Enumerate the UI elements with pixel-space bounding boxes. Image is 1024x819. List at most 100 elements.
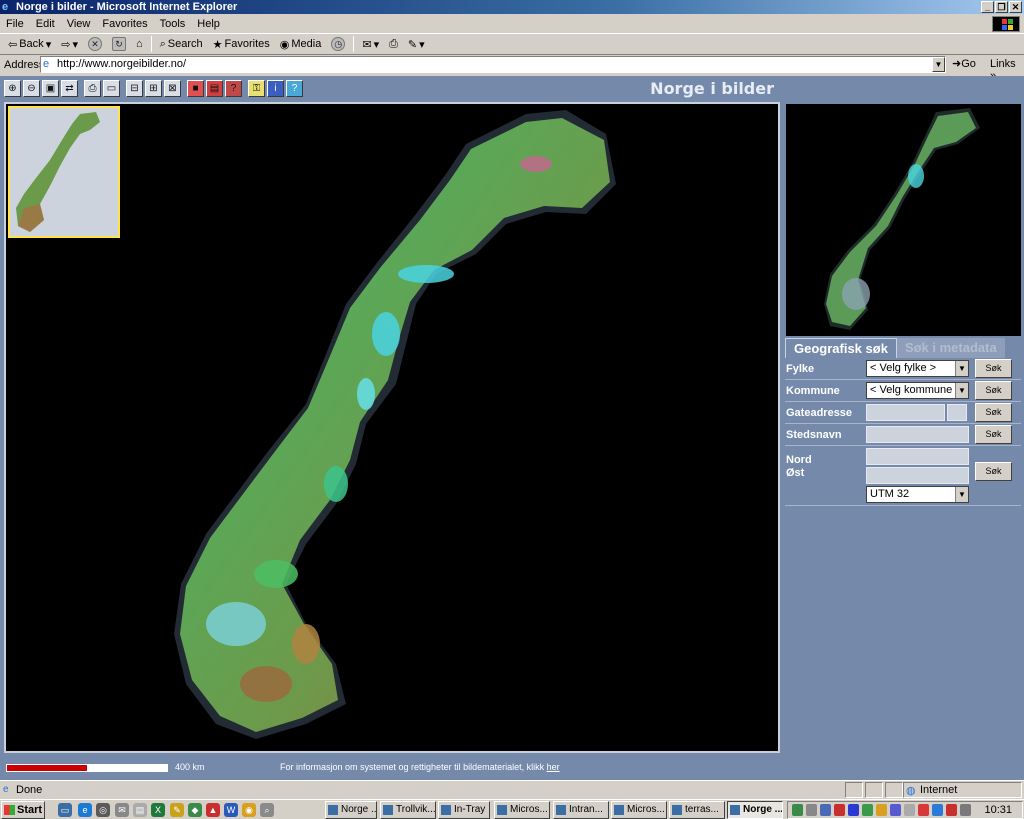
refresh-map-tool[interactable]: ⇄ bbox=[61, 79, 78, 97]
globe-icon: ◍ bbox=[906, 785, 916, 797]
taskbar-item-norge-active[interactable]: Norge ... bbox=[727, 801, 783, 819]
layer-red-tool[interactable]: ■ bbox=[187, 79, 204, 97]
fylke-search-button[interactable]: Søk bbox=[975, 359, 1012, 378]
utm-zone-select[interactable]: UTM 32 ▼ bbox=[866, 486, 969, 503]
map-view[interactable] bbox=[4, 102, 780, 753]
quicklaunch-media-icon[interactable]: ◎ bbox=[96, 803, 110, 817]
quicklaunch-chrome-icon[interactable]: ◉ bbox=[242, 803, 256, 817]
tray-shield-icon[interactable] bbox=[890, 804, 901, 816]
print-map-tool[interactable]: ⎙ bbox=[84, 79, 101, 97]
fylke-select[interactable]: < Velg fylke > ▼ bbox=[866, 360, 969, 377]
export-tool[interactable]: ⊠ bbox=[164, 79, 181, 97]
status-cell bbox=[845, 782, 863, 798]
tray-antivirus-icon[interactable] bbox=[834, 804, 845, 816]
tray-update-icon[interactable] bbox=[876, 804, 887, 816]
quicklaunch-desktop-icon[interactable]: ▭ bbox=[58, 803, 72, 817]
info-tool[interactable]: i bbox=[267, 79, 284, 97]
overview-map[interactable] bbox=[8, 106, 120, 238]
taskbar-item-norge-1[interactable]: Norge ... bbox=[325, 801, 377, 819]
map-tool[interactable]: ⊞ bbox=[145, 79, 162, 97]
quicklaunch-app-icon[interactable]: ◆ bbox=[188, 803, 202, 817]
layer-red-3-tool[interactable]: ? bbox=[225, 79, 242, 97]
quicklaunch-tool-icon[interactable]: ✎ bbox=[170, 803, 184, 817]
chevron-down-icon: ▼ bbox=[955, 487, 968, 502]
tray-monitor-icon[interactable] bbox=[820, 804, 831, 816]
edit-button[interactable]: ✎ ▾ bbox=[404, 35, 429, 54]
menu-help[interactable]: Help bbox=[191, 18, 226, 30]
measure-tool[interactable]: ⊟ bbox=[126, 79, 143, 97]
address-input[interactable]: e http://www.norgeibilder.no/ bbox=[40, 56, 946, 73]
stop-button[interactable]: ✕ bbox=[84, 35, 106, 54]
menu-tools[interactable]: Tools bbox=[154, 18, 192, 30]
tray-network-icon[interactable] bbox=[792, 804, 803, 816]
menu-edit[interactable]: Edit bbox=[30, 18, 61, 30]
gateadresse-input[interactable] bbox=[866, 404, 945, 421]
home-button[interactable]: ⌂ bbox=[132, 35, 147, 54]
tray-sync-icon[interactable] bbox=[862, 804, 873, 816]
tray-alert-icon[interactable] bbox=[918, 804, 929, 816]
coordinate-search-button[interactable]: Søk bbox=[975, 462, 1012, 481]
history-button[interactable]: ◷ bbox=[327, 35, 349, 54]
gateadresse-search-button[interactable]: Søk bbox=[975, 403, 1012, 422]
refresh-button[interactable]: ↻ bbox=[108, 35, 130, 54]
go-button[interactable]: ➜Go bbox=[952, 57, 976, 70]
quicklaunch-search-icon[interactable]: ⌕ bbox=[260, 803, 274, 817]
menu-view[interactable]: View bbox=[61, 18, 97, 30]
preview-map[interactable] bbox=[786, 104, 1021, 336]
tray-app-icon[interactable] bbox=[848, 804, 859, 816]
gateadresse-row: Gateadresse Søk bbox=[785, 402, 1021, 424]
utm-zone-value: UTM 32 bbox=[870, 488, 910, 500]
quicklaunch-ie-icon[interactable]: e bbox=[78, 803, 92, 817]
ost-input[interactable] bbox=[866, 467, 969, 484]
close-button[interactable]: ✕ bbox=[1009, 1, 1022, 13]
taskbar-item-terras[interactable]: terras... bbox=[669, 801, 725, 819]
taskbar-item-intran[interactable]: Intran... bbox=[553, 801, 609, 819]
favorites-button[interactable]: ★ Favorites bbox=[209, 35, 274, 54]
quicklaunch-doc-icon[interactable]: ▤ bbox=[133, 803, 147, 817]
taskbar-item-micros-1[interactable]: Micros... bbox=[494, 801, 550, 819]
quicklaunch-ppt-icon[interactable]: ▲ bbox=[206, 803, 220, 817]
taskbar-item-trollvik[interactable]: Trollvik... bbox=[380, 801, 436, 819]
forward-button[interactable]: ⇨ ▾ bbox=[57, 35, 82, 54]
kommune-select[interactable]: < Velg kommune > ▼ bbox=[866, 382, 969, 399]
quicklaunch-excel-icon[interactable]: X bbox=[151, 803, 165, 817]
layer-tool[interactable]: ▭ bbox=[103, 79, 120, 97]
tab-geografisk-sok[interactable]: Geografisk søk bbox=[785, 338, 897, 358]
tray-printer-icon[interactable] bbox=[904, 804, 915, 816]
standard-toolbar: ⇦ Back ▾ ⇨ ▾ ✕ ↻ ⌂ ⌕ Search ★ Favorites ◉ Me… bbox=[0, 34, 1024, 55]
quicklaunch-mail-icon[interactable]: ✉ bbox=[115, 803, 129, 817]
menu-favorites[interactable]: Favorites bbox=[96, 18, 153, 30]
tab-sok-i-metadata[interactable]: Søk i metadata bbox=[896, 338, 1005, 358]
overview-norway-image bbox=[16, 112, 100, 232]
tray-battery-icon[interactable] bbox=[960, 804, 971, 816]
chevron-down-icon: ▼ bbox=[955, 383, 968, 398]
taskbar-item-micros-2[interactable]: Micros... bbox=[611, 801, 667, 819]
lock-tool[interactable]: ⚿ bbox=[248, 79, 265, 97]
husnummer-input[interactable] bbox=[947, 404, 967, 421]
nord-input[interactable] bbox=[866, 448, 969, 465]
start-button[interactable]: Start bbox=[1, 801, 45, 819]
minimize-button[interactable]: _ bbox=[981, 1, 994, 13]
restore-button[interactable]: ❐ bbox=[995, 1, 1008, 13]
mail-button[interactable]: ✉ ▾ bbox=[358, 35, 383, 54]
print-button[interactable]: ⎙ bbox=[385, 35, 402, 54]
menu-file[interactable]: File bbox=[0, 18, 30, 30]
taskbar-item-in-tray[interactable]: In-Tray bbox=[438, 801, 490, 819]
tray-stop-icon[interactable] bbox=[946, 804, 957, 816]
stedsnavn-input[interactable] bbox=[866, 426, 969, 443]
zoom-out-tool[interactable]: ⊖ bbox=[23, 79, 40, 97]
help-tool[interactable]: ? bbox=[286, 79, 303, 97]
stedsnavn-search-button[interactable]: Søk bbox=[975, 425, 1012, 444]
media-button[interactable]: ◉ Media bbox=[276, 35, 326, 54]
zoom-box-tool[interactable]: ▣ bbox=[42, 79, 59, 97]
tray-volume-icon[interactable] bbox=[806, 804, 817, 816]
kommune-search-button[interactable]: Søk bbox=[975, 381, 1012, 400]
layer-red-2-tool[interactable]: ▤ bbox=[206, 79, 223, 97]
info-link[interactable]: her bbox=[547, 762, 560, 772]
tray-ie-icon[interactable] bbox=[932, 804, 943, 816]
address-dropdown-button[interactable]: ▼ bbox=[932, 57, 945, 72]
quicklaunch-word-icon[interactable]: W bbox=[224, 803, 238, 817]
zoom-in-tool[interactable]: ⊕ bbox=[4, 79, 21, 97]
back-button[interactable]: ⇦ Back ▾ bbox=[4, 35, 55, 54]
search-button[interactable]: ⌕ Search bbox=[156, 35, 207, 54]
